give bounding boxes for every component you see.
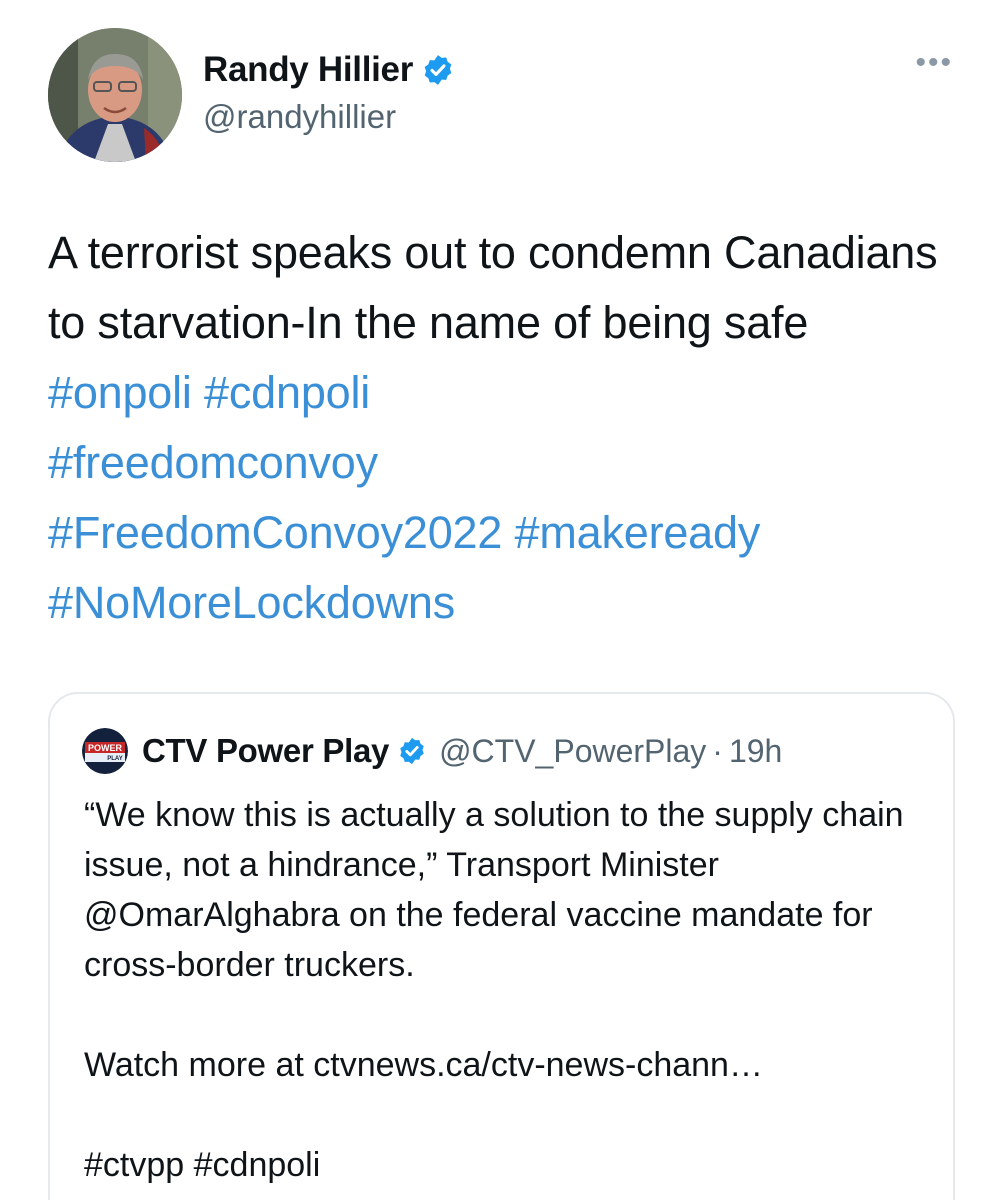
quoted-author-avatar[interactable]: POWER PLAY: [82, 728, 128, 774]
author-name-row: Randy Hillier: [203, 48, 455, 92]
verified-badge-icon: [400, 737, 424, 765]
tweet-body-text: A terrorist speaks out to condemn Canadi…: [48, 227, 938, 348]
hashtag-link[interactable]: #cdnpoli: [204, 367, 370, 418]
hashtag-link[interactable]: #makeready: [515, 507, 761, 558]
hashtag-link[interactable]: #onpoli: [48, 367, 192, 418]
quoted-hashtags: #ctvpp #cdnpoli: [84, 1146, 321, 1184]
quoted-author-handle[interactable]: @CTV_PowerPlay: [439, 733, 706, 770]
quoted-tweet-header: POWER PLAY CTV Power Play @CTV_PowerPlay…: [82, 726, 782, 776]
quoted-tweet-text: “We know this is actually a solution to …: [84, 790, 934, 1200]
quoted-paragraph: “We know this is actually a solution to …: [84, 796, 904, 984]
author-avatar[interactable]: [48, 28, 182, 162]
tweet-text: A terrorist speaks out to condemn Canadi…: [48, 218, 948, 638]
quoted-tweet[interactable]: POWER PLAY CTV Power Play @CTV_PowerPlay…: [48, 692, 955, 1200]
power-play-logo: POWER PLAY: [82, 728, 128, 774]
logo-text-bottom: PLAY: [107, 756, 122, 762]
hashtag-link[interactable]: #freedomconvoy: [48, 437, 378, 488]
author-info: Randy Hillier @randyhillier: [203, 48, 455, 136]
author-display-name[interactable]: Randy Hillier: [203, 50, 413, 90]
author-handle[interactable]: @randyhillier: [203, 98, 455, 136]
verified-badge-icon: [424, 55, 452, 85]
hashtag-link[interactable]: #NoMoreLockdowns: [48, 577, 455, 628]
tweet-card: Randy Hillier @randyhillier ••• A terror…: [0, 0, 1005, 1200]
quoted-author-name[interactable]: CTV Power Play: [142, 732, 389, 770]
author-photo: [48, 28, 182, 162]
quoted-paragraph: Watch more at ctvnews.ca/ctv-news-chann…: [84, 1046, 763, 1084]
more-options-icon[interactable]: •••: [915, 48, 953, 78]
logo-text-top: POWER: [88, 743, 123, 753]
hashtag-link[interactable]: #FreedomConvoy2022: [48, 507, 502, 558]
separator-dot: ·: [712, 732, 723, 769]
quoted-timestamp[interactable]: 19h: [729, 733, 782, 770]
